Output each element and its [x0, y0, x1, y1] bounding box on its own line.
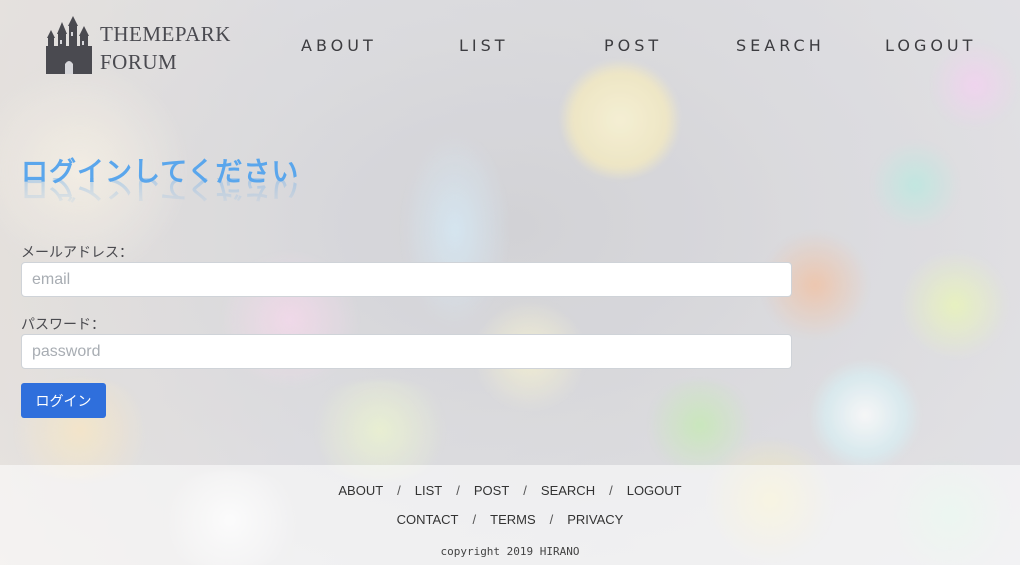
footer-link-about[interactable]: ABOUT: [338, 483, 383, 498]
copyright-text: copyright 2019 HIRANO: [440, 545, 580, 558]
footer-link-post[interactable]: POST: [474, 483, 509, 498]
footer-separator: /: [549, 512, 554, 527]
footer-link-logout[interactable]: LOGOUT: [627, 483, 682, 498]
nav-search[interactable]: SEARCH: [736, 36, 825, 55]
email-label: メールアドレス：: [21, 245, 133, 261]
footer-separator: /: [456, 483, 460, 498]
footer-nav-primary: ABOUT / LIST / POST / SEARCH / LOGOUT: [0, 483, 1020, 498]
main-nav: ABOUT LIST POST SEARCH LOGOUT: [0, 36, 1020, 58]
page-title-reflection: ログインしてください: [21, 178, 300, 203]
footer-nav-secondary: CONTACT / TERMS / PRIVACY: [0, 512, 1020, 527]
site-footer: ABOUT / LIST / POST / SEARCH / LOGOUT CONTACT / TE…: [0, 465, 1020, 565]
password-input[interactable]: [21, 334, 792, 369]
footer-separator: /: [609, 483, 613, 498]
footer-link-search[interactable]: SEARCH: [541, 483, 595, 498]
footer-link-privacy[interactable]: PRIVACY: [567, 512, 623, 527]
footer-link-list[interactable]: LIST: [415, 483, 442, 498]
nav-logout[interactable]: LOGOUT: [885, 36, 976, 55]
footer-link-terms[interactable]: TERMS: [490, 512, 536, 527]
password-label: パスワード：: [21, 317, 105, 333]
nav-post[interactable]: POST: [604, 36, 662, 55]
email-input[interactable]: [21, 262, 792, 297]
footer-separator: /: [523, 483, 527, 498]
nav-about[interactable]: ABOUT: [301, 36, 377, 55]
nav-list[interactable]: LIST: [459, 36, 509, 55]
site-header: THEMEPARK FORUM ABOUT LIST POST SEARCH L…: [0, 0, 1020, 92]
footer-link-contact[interactable]: CONTACT: [397, 512, 459, 527]
login-button[interactable]: ログイン: [21, 383, 106, 418]
footer-separator: /: [472, 512, 477, 527]
footer-separator: /: [397, 483, 401, 498]
